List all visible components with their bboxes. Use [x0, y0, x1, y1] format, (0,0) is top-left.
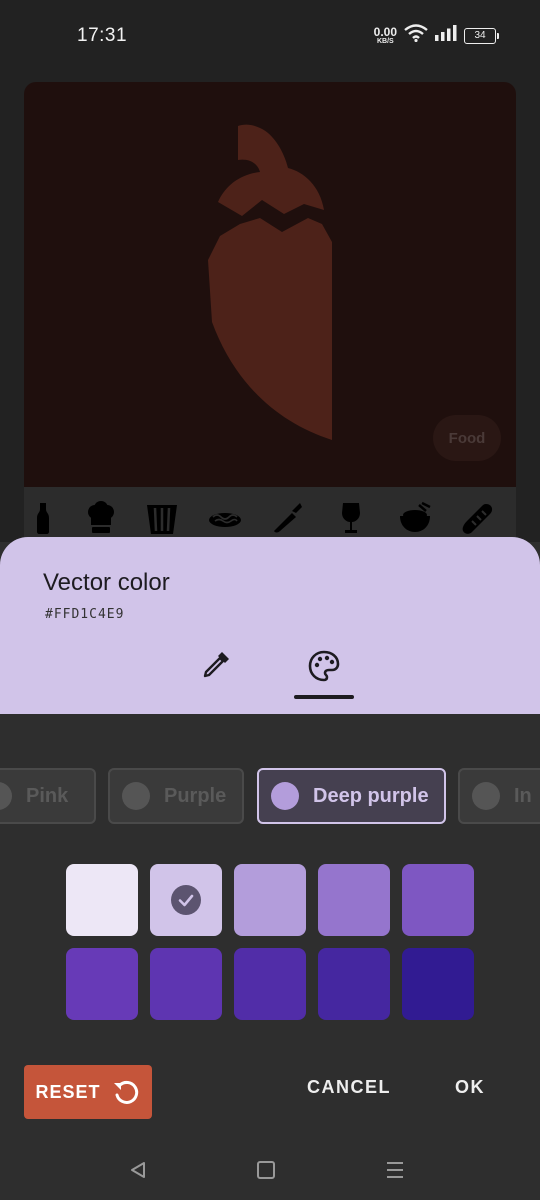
- navigation-bar: [0, 1140, 540, 1200]
- chip-dot: [271, 782, 299, 810]
- reset-label: RESET: [35, 1081, 101, 1102]
- net-speed: 0.00 KB/S: [374, 26, 397, 45]
- baguette-icon[interactable]: [460, 501, 494, 535]
- battery-level: 34: [474, 30, 486, 41]
- ok-button[interactable]: OK: [455, 1077, 485, 1098]
- status-bar: 17:31 0.00 KB/S 34: [0, 0, 540, 72]
- tab-palette[interactable]: [294, 649, 354, 701]
- back-icon[interactable]: [124, 1156, 152, 1184]
- swatch-3[interactable]: [318, 864, 390, 936]
- cancel-button[interactable]: CANCEL: [307, 1077, 391, 1098]
- chili-small-icon[interactable]: [272, 501, 306, 535]
- swatch-2[interactable]: [234, 864, 306, 936]
- color-family-chips[interactable]: Pink Purple Deep purple In: [0, 768, 540, 828]
- noodles-icon[interactable]: [208, 501, 242, 535]
- swatch-8[interactable]: [318, 948, 390, 1020]
- swatch-6[interactable]: [150, 948, 222, 1020]
- swatch-5[interactable]: [66, 948, 138, 1020]
- chip-label: In: [514, 784, 532, 807]
- hex-value: #FFD1C4E9: [45, 607, 125, 622]
- swatch-7[interactable]: [234, 948, 306, 1020]
- sheet-title: Vector color: [43, 569, 170, 596]
- palette-icon: [308, 650, 340, 682]
- net-speed-unit: KB/S: [376, 38, 394, 45]
- chip-dot: [0, 782, 12, 810]
- net-speed-value: 0.00: [373, 25, 397, 39]
- status-time: 17:31: [77, 25, 128, 46]
- chip-indigo[interactable]: In: [458, 768, 540, 824]
- chip-label: Deep purple: [313, 784, 429, 807]
- battery-icon: 34: [464, 27, 499, 44]
- swatch-0[interactable]: [66, 864, 138, 936]
- tab-eyedropper[interactable]: [186, 649, 246, 701]
- wifi-icon: [404, 24, 428, 47]
- tab-indicator: [294, 695, 354, 699]
- chip-dot: [472, 782, 500, 810]
- menu-icon[interactable]: [381, 1156, 409, 1184]
- status-icons: 0.00 KB/S 34: [374, 24, 499, 47]
- home-icon[interactable]: [252, 1156, 280, 1184]
- popcorn-icon[interactable]: [145, 501, 179, 535]
- swatch-9[interactable]: [402, 948, 474, 1020]
- wine-glass-icon[interactable]: [334, 501, 368, 535]
- rice-bowl-icon[interactable]: [398, 501, 432, 535]
- swatch-1[interactable]: [150, 864, 222, 936]
- sheet-header: Vector color #FFD1C4E9: [0, 537, 540, 714]
- icon-preview: Food: [24, 82, 516, 487]
- chef-hat-icon[interactable]: [84, 501, 118, 535]
- chili-icon: [208, 124, 332, 440]
- category-chip: Food: [433, 415, 501, 461]
- eyedropper-icon: [203, 652, 229, 678]
- chip-dot: [122, 782, 150, 810]
- chip-pink[interactable]: Pink: [0, 768, 96, 824]
- swatch-4[interactable]: [402, 864, 474, 936]
- reset-icon: [113, 1080, 138, 1104]
- chip-label: Purple: [164, 784, 227, 807]
- chip-label: Pink: [26, 784, 69, 807]
- reset-button[interactable]: RESET: [24, 1065, 152, 1119]
- color-picker-sheet: Vector color #FFD1C4E9 Pink Purple Deep …: [0, 537, 540, 1200]
- signal-icon: [435, 25, 457, 46]
- check-icon: [171, 885, 201, 915]
- chip-deep-purple[interactable]: Deep purple: [257, 768, 446, 824]
- bottle-icon[interactable]: [26, 501, 60, 535]
- chip-purple[interactable]: Purple: [108, 768, 244, 824]
